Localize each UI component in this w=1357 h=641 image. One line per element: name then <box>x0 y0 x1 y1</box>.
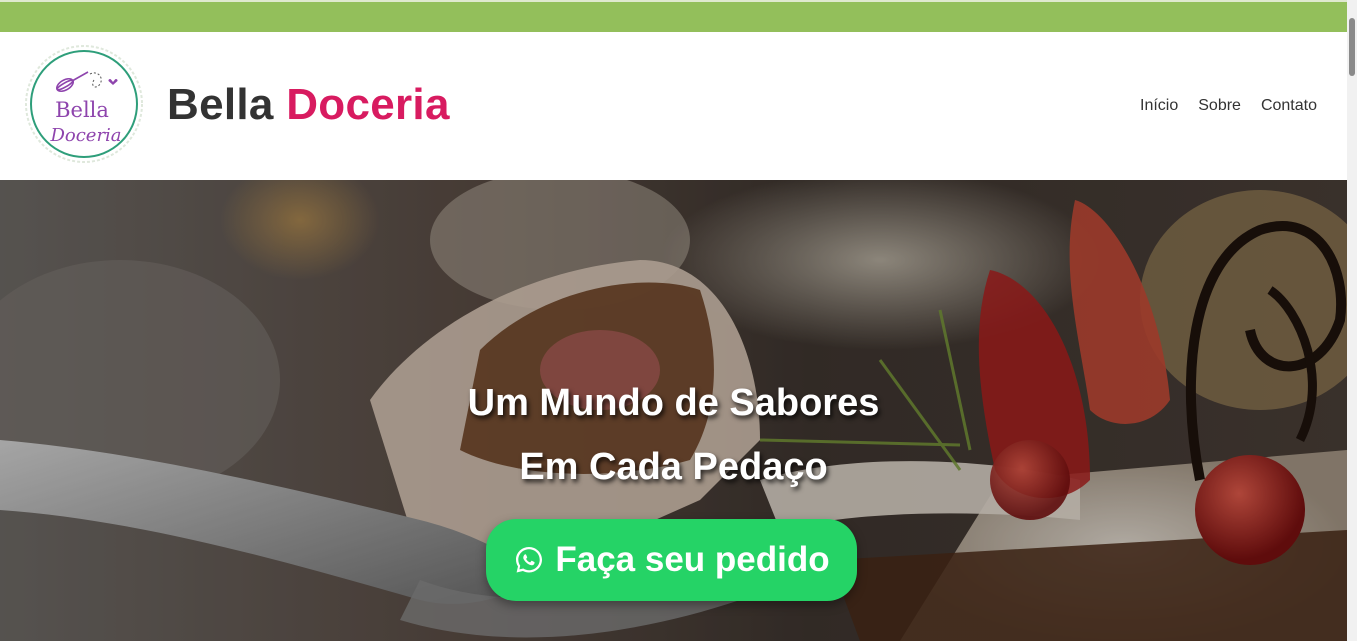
nav-item-inicio[interactable]: Início <box>1140 96 1178 116</box>
site-header: Bella Doceria Bella Doceria Início Sobre… <box>0 32 1347 180</box>
main-nav: Início Sobre Contato <box>1140 96 1317 116</box>
brand-title[interactable]: Bella Doceria <box>167 80 450 130</box>
scrollbar-thumb[interactable] <box>1349 18 1355 76</box>
nav-item-sobre[interactable]: Sobre <box>1198 96 1241 116</box>
brand-name-part2: Doceria <box>286 80 450 129</box>
whatsapp-icon <box>516 547 543 573</box>
brand-name-part1: Bella <box>167 80 274 129</box>
hero-title-line2: Em Cada Pedaço <box>519 446 828 488</box>
order-whatsapp-button[interactable]: Faça seu pedido <box>486 519 857 601</box>
logo-text-line2: Doceria <box>49 125 121 146</box>
logo[interactable]: Bella Doceria <box>24 44 144 164</box>
page-scrollbar[interactable] <box>1347 0 1357 641</box>
nav-item-contato[interactable]: Contato <box>1261 96 1317 116</box>
hero-title-line1: Um Mundo de Sabores <box>467 382 880 424</box>
top-color-bar <box>0 0 1347 32</box>
hero-section: Um Mundo de Sabores Em Cada Pedaço Faça … <box>0 180 1347 641</box>
page: Bella Doceria Bella Doceria Início Sobre… <box>0 0 1357 641</box>
logo-text-line1: Bella <box>55 98 109 122</box>
order-button-label: Faça seu pedido <box>555 540 830 579</box>
